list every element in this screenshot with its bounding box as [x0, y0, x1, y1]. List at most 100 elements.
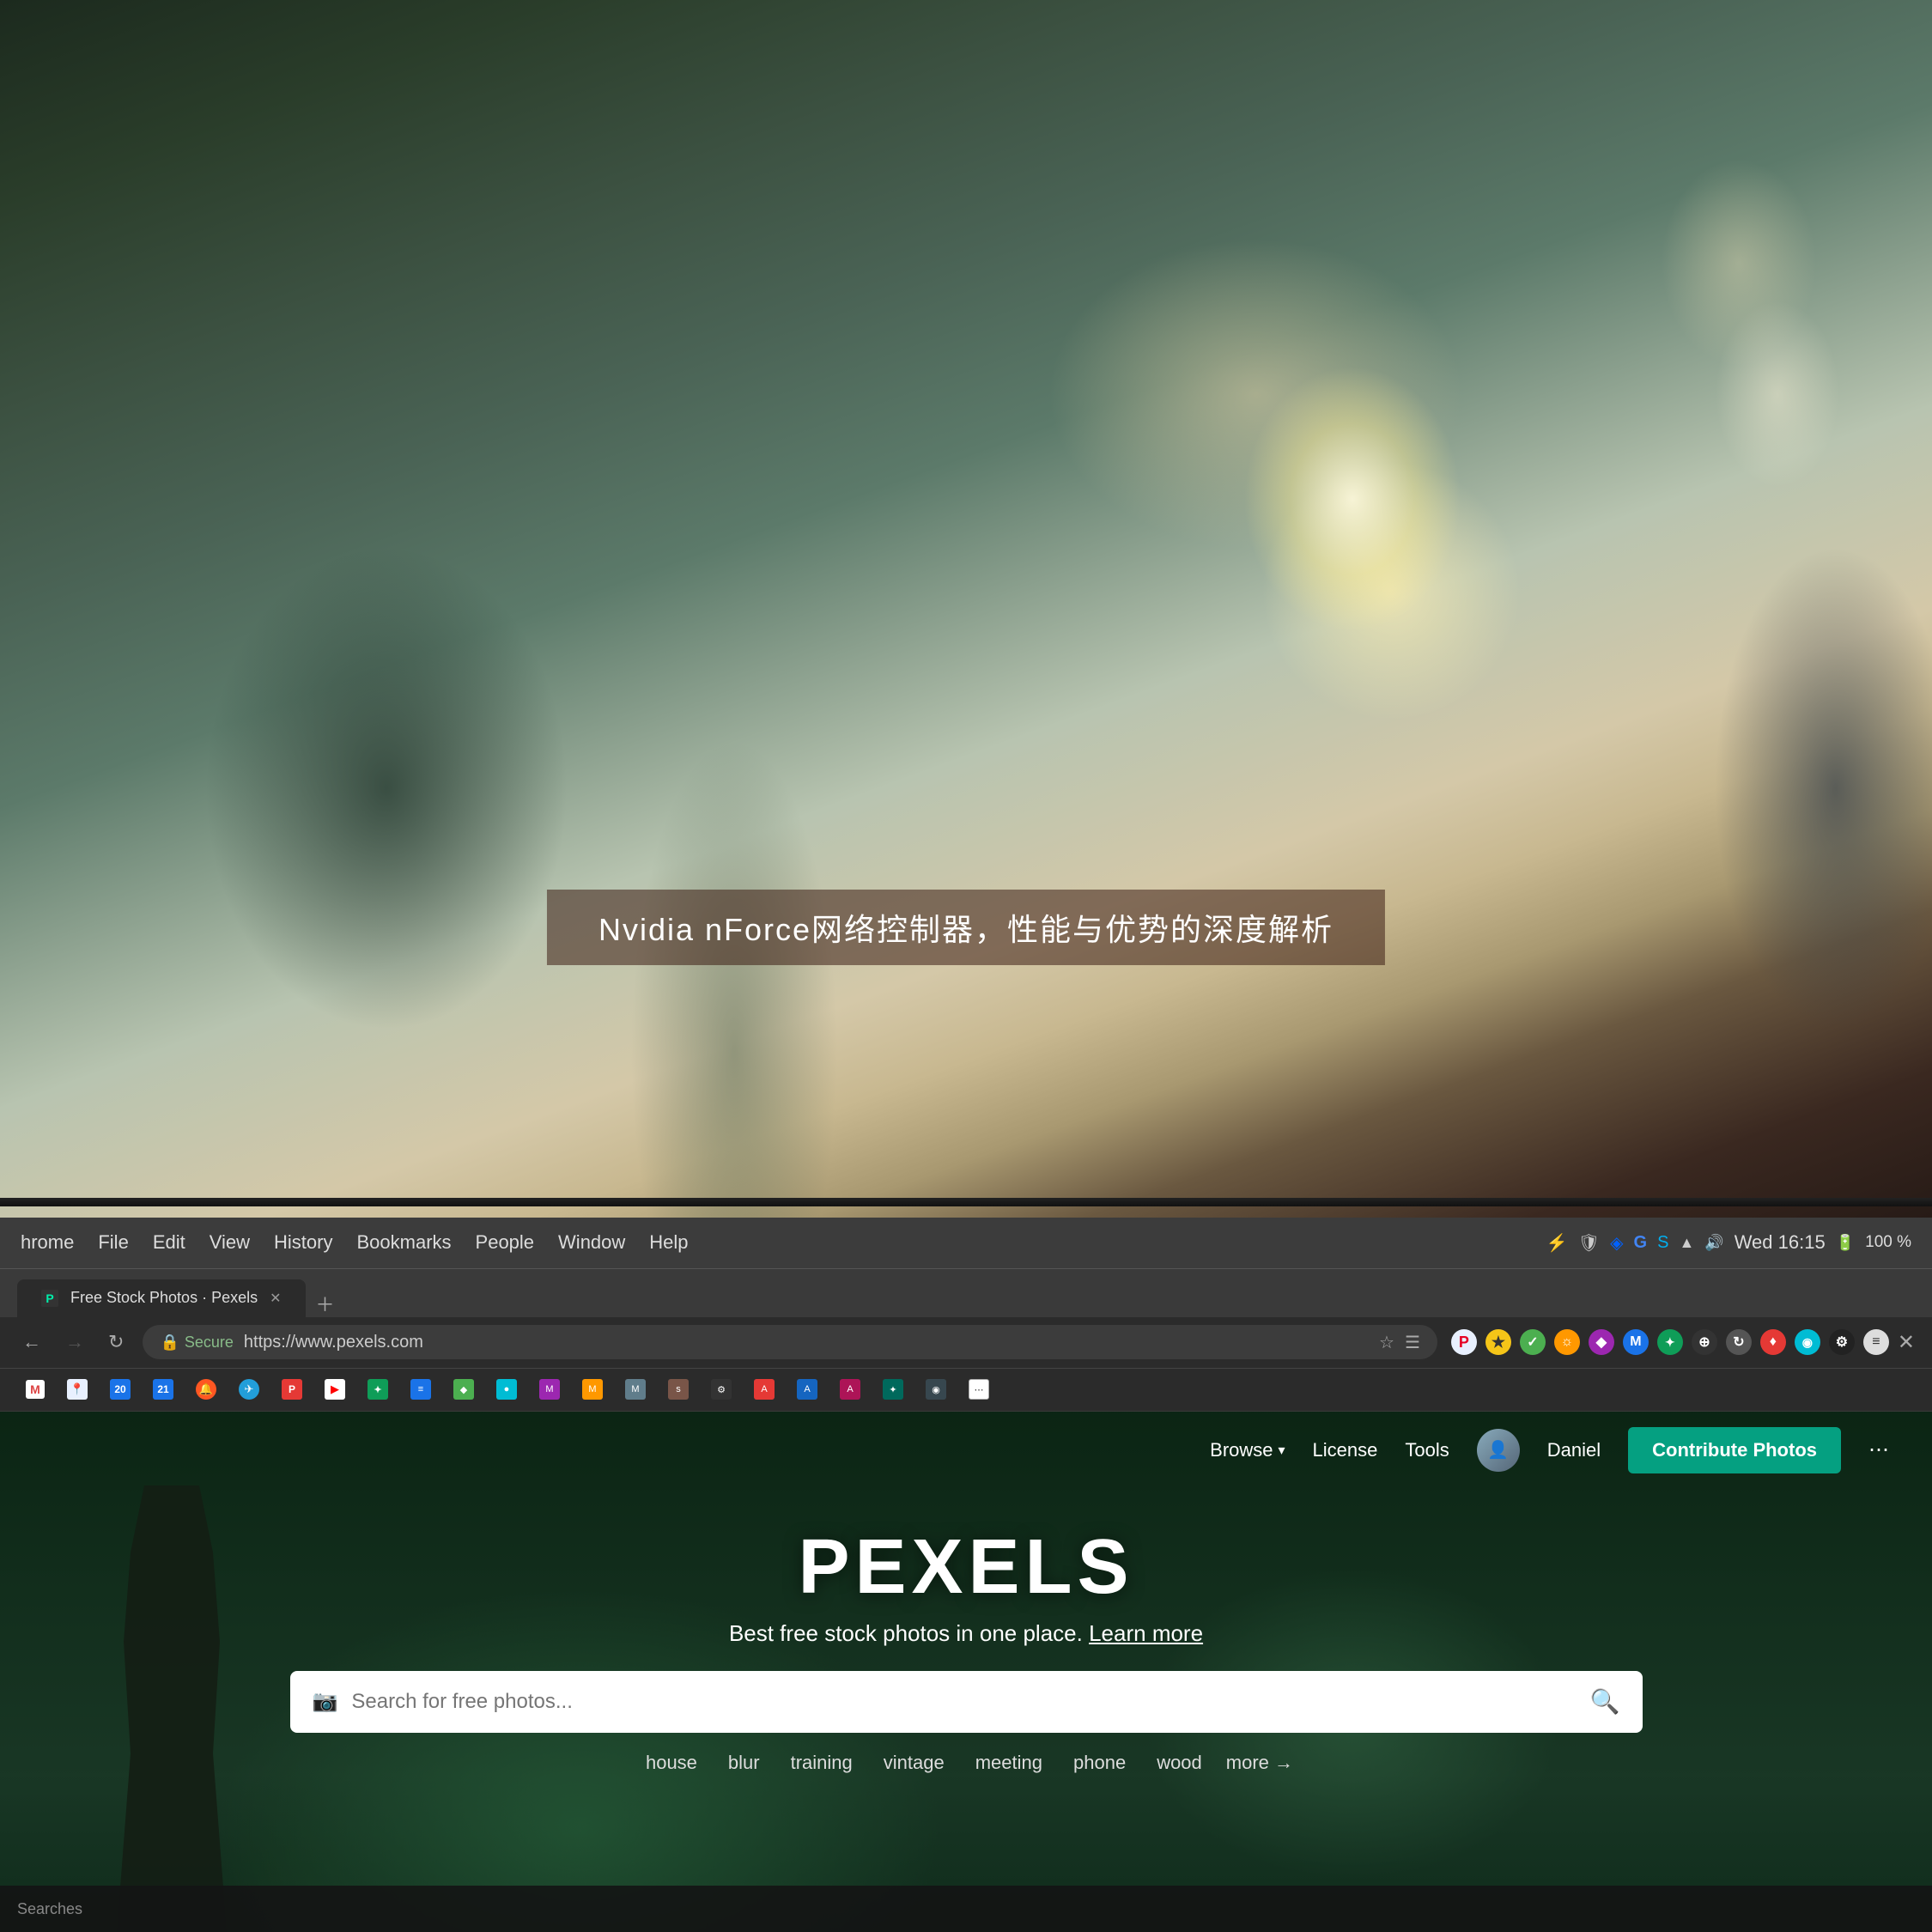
- quick-tag-training[interactable]: training: [784, 1748, 860, 1777]
- bookmark-b7[interactable]: s: [659, 1376, 697, 1403]
- chrome-g-icon: G: [1634, 1233, 1648, 1253]
- url-bar[interactable]: 🔒 Secure https://www.pexels.com ☆ ☰: [143, 1325, 1437, 1359]
- ext-dark1[interactable]: ⊕: [1692, 1329, 1717, 1355]
- menu-bookmarks[interactable]: Bookmarks: [356, 1231, 451, 1254]
- bookmark-b10[interactable]: A: [788, 1376, 826, 1403]
- close-x-icon[interactable]: ✕: [1898, 1330, 1915, 1355]
- bookmark-b8[interactable]: ⚙: [702, 1376, 740, 1403]
- browse-nav-link[interactable]: Browse ▾: [1210, 1439, 1285, 1461]
- bookmark-notif[interactable]: 🔔: [187, 1376, 225, 1403]
- bookmark-sheets[interactable]: ✦: [359, 1376, 397, 1403]
- menu-window[interactable]: Window: [558, 1231, 625, 1254]
- quick-tag-blur[interactable]: blur: [721, 1748, 767, 1777]
- quick-tag-house[interactable]: house: [639, 1748, 704, 1777]
- maps-favicon: 📍: [67, 1379, 88, 1400]
- menu-chrome[interactable]: hrome: [21, 1231, 74, 1254]
- lock-icon: 🔒: [160, 1334, 179, 1352]
- back-button[interactable]: ←: [17, 1326, 46, 1358]
- dropbox-icon: ◈: [1610, 1232, 1623, 1254]
- chinese-text-overlay: Nvidia nForce网络控制器，性能与优势的深度解析: [547, 890, 1385, 965]
- bookmark-cal1[interactable]: 20: [101, 1376, 139, 1403]
- menu-view[interactable]: View: [210, 1231, 250, 1254]
- star-icon[interactable]: ☆: [1379, 1332, 1394, 1353]
- ext-purple[interactable]: ◆: [1589, 1329, 1614, 1355]
- ext-orange[interactable]: ☼: [1554, 1329, 1580, 1355]
- learn-more-link[interactable]: Learn more: [1089, 1620, 1203, 1646]
- search-submit-button[interactable]: 🔍: [1590, 1687, 1620, 1716]
- bookmark-pdf[interactable]: P: [273, 1376, 311, 1403]
- quick-tag-wood[interactable]: wood: [1150, 1748, 1209, 1777]
- menu-file[interactable]: File: [98, 1231, 128, 1254]
- bookmark-b11[interactable]: A: [831, 1376, 869, 1403]
- menu-edit[interactable]: Edit: [153, 1231, 185, 1254]
- search-input[interactable]: [351, 1690, 1576, 1714]
- bookmark-b1[interactable]: ≡: [402, 1376, 440, 1403]
- pexels-navbar: Browse ▾ License Tools 👤 Daniel Contribu…: [0, 1412, 1932, 1489]
- tab-close-button[interactable]: ✕: [270, 1290, 281, 1307]
- system-time: Wed 16:15: [1735, 1231, 1826, 1254]
- b4-favicon: M: [539, 1379, 560, 1400]
- username-label: Daniel: [1547, 1439, 1601, 1461]
- chinese-text: Nvidia nForce网络控制器，性能与优势的深度解析: [598, 912, 1334, 947]
- ext-dark2[interactable]: ↻: [1726, 1329, 1752, 1355]
- network-icon: ▲: [1679, 1234, 1694, 1252]
- contribute-photos-button[interactable]: Contribute Photos: [1628, 1427, 1841, 1473]
- bookmark-b9[interactable]: A: [745, 1376, 783, 1403]
- ext-cyan[interactable]: ◉: [1795, 1329, 1820, 1355]
- wifi-icon: ⚡: [1546, 1232, 1568, 1254]
- quick-tag-more[interactable]: more →: [1226, 1748, 1293, 1777]
- reading-icon[interactable]: ☰: [1405, 1332, 1420, 1353]
- bookmark-b2[interactable]: ◆: [445, 1376, 483, 1403]
- ext-blue1[interactable]: M: [1623, 1329, 1649, 1355]
- pexels-logo: PEXELS: [0, 1523, 1932, 1612]
- menu-people[interactable]: People: [476, 1231, 535, 1254]
- bookmark-b5[interactable]: M: [574, 1376, 611, 1403]
- bookmark-cal2[interactable]: 21: [144, 1376, 182, 1403]
- forward-button[interactable]: →: [60, 1326, 89, 1358]
- menu-history[interactable]: History: [274, 1231, 332, 1254]
- ext-light[interactable]: ≡: [1863, 1329, 1889, 1355]
- user-avatar[interactable]: 👤: [1477, 1429, 1520, 1472]
- bookmark-gmail[interactable]: M: [17, 1376, 53, 1402]
- sheets-favicon: ✦: [368, 1379, 388, 1400]
- bookmark-yt[interactable]: ▶: [316, 1376, 354, 1403]
- pdf-favicon: P: [282, 1379, 302, 1400]
- ext-star[interactable]: ★: [1485, 1329, 1511, 1355]
- tools-nav-link[interactable]: Tools: [1405, 1439, 1449, 1461]
- battery-icon: 🔋: [1836, 1234, 1855, 1252]
- pexels-search-bar[interactable]: 📷 🔍: [290, 1671, 1643, 1733]
- quick-tag-meeting[interactable]: meeting: [969, 1748, 1049, 1777]
- active-tab[interactable]: P Free Stock Photos · Pexels ✕: [17, 1279, 306, 1317]
- quick-tag-phone[interactable]: phone: [1066, 1748, 1133, 1777]
- bookmark-b12[interactable]: ✦: [874, 1376, 912, 1403]
- ext-pinterest[interactable]: P: [1451, 1329, 1477, 1355]
- address-bar: ← → ↻ 🔒 Secure https://www.pexels.com ☆ …: [0, 1317, 1932, 1369]
- bookmark-b6[interactable]: M: [617, 1376, 654, 1403]
- chrome-os-bar: hrome File Edit View History Bookmarks P…: [0, 1218, 1932, 1269]
- b11-favicon: A: [840, 1379, 860, 1400]
- ext-dark3[interactable]: ⚙: [1829, 1329, 1855, 1355]
- reload-button[interactable]: ↻: [103, 1326, 129, 1358]
- new-tab-button[interactable]: ＋: [316, 1290, 335, 1317]
- bookmark-b3[interactable]: ●: [488, 1376, 526, 1403]
- pexels-tagline: Best free stock photos in one place. Lea…: [0, 1620, 1932, 1647]
- bookmark-maps[interactable]: 📍: [58, 1376, 96, 1403]
- b6-favicon: M: [625, 1379, 646, 1400]
- ext-green[interactable]: ✓: [1520, 1329, 1546, 1355]
- gmail-favicon: M: [26, 1380, 45, 1399]
- license-nav-link[interactable]: License: [1313, 1439, 1378, 1461]
- bookmark-tg[interactable]: ✈: [230, 1376, 268, 1403]
- browser-window: hrome File Edit View History Bookmarks P…: [0, 1218, 1932, 1932]
- ext-blue2[interactable]: ✦: [1657, 1329, 1683, 1355]
- menu-help[interactable]: Help: [649, 1231, 688, 1254]
- more-options-button[interactable]: ⋯: [1868, 1437, 1889, 1462]
- bookmark-b14[interactable]: ⋯: [960, 1376, 998, 1403]
- ext-red[interactable]: ♦: [1760, 1329, 1786, 1355]
- yt-favicon: ▶: [325, 1379, 345, 1400]
- bookmark-b13[interactable]: ◉: [917, 1376, 955, 1403]
- bookmarks-bar: M 📍 20 21 🔔 ✈: [0, 1369, 1932, 1412]
- tab-title: Free Stock Photos · Pexels: [70, 1289, 258, 1307]
- bookmark-b4[interactable]: M: [531, 1376, 568, 1403]
- shield-icon: 🛡: [1578, 1232, 1600, 1254]
- quick-tag-vintage[interactable]: vintage: [877, 1748, 951, 1777]
